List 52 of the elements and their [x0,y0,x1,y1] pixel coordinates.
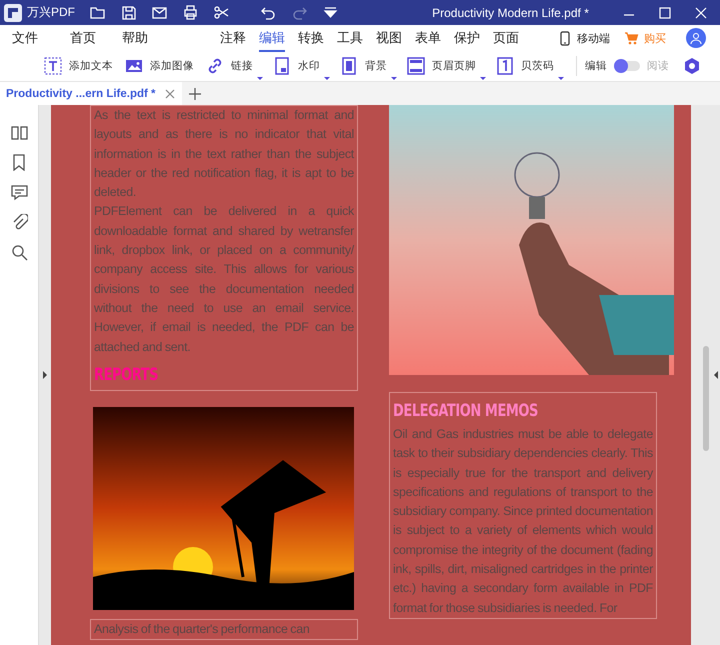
app-logo-icon [4,4,22,22]
app-name: 万兴PDF [27,4,75,21]
mobile-link[interactable]: 移动端 [558,30,610,46]
bates-number-icon [496,57,514,75]
ribbon-tab[interactable]: 表单 [415,24,441,52]
cart-icon [624,30,639,46]
hexagon-settings-icon[interactable] [683,57,701,75]
section-heading: DELEGATION MEMOS [393,400,539,423]
body-paragraph: PDFElement can be delivered in a quick downloadable format and shared by wetransfer link, dropbox link, or placed on a community/ company access site. This allows for various divisions to see the documentation needed without the need to use an email service. However, if email is needed, the PDF can be attached and sent. [94,203,354,356]
thumbnails-icon[interactable] [10,125,28,141]
ribbon-tab[interactable]: 保护 [454,24,480,52]
read-mode-label: 阅读 [647,59,669,73]
toolbar-button[interactable]: 贝茨码 [496,57,562,75]
comment-icon[interactable] [10,184,28,201]
toolbar-button[interactable]: 添加图像 [125,57,194,75]
image-icon [125,57,143,75]
menu-item[interactable]: 帮助 [122,25,148,51]
header-footer-icon [407,57,425,75]
bookmark-icon[interactable] [10,154,28,171]
ribbon-tab[interactable]: 页面 [493,24,519,52]
menu-item[interactable]: 文件 [12,25,38,51]
body-paragraph: Analysis of the quarter's performance can [94,620,311,638]
ribbon-tab[interactable]: 注释 [220,24,246,52]
text-icon [44,57,62,75]
expand-right-icon[interactable] [713,370,719,380]
window-title: Productivity Modern Life.pdf * [431,6,590,20]
ribbon-tab[interactable]: 视图 [376,24,402,52]
user-avatar-icon[interactable] [686,28,706,48]
search-icon[interactable] [10,244,28,261]
phone-icon [558,30,572,46]
mode-toggle[interactable] [614,61,640,71]
print-icon[interactable] [182,4,199,21]
toolbar-button[interactable]: 添加文本 [44,57,113,75]
section-heading: REPORTS [94,364,160,387]
expand-left-icon[interactable] [42,370,48,380]
toolbar-button[interactable]: 页眉页脚 [407,57,484,75]
body-paragraph: As the text is restricted to minimal format and layouts and as there is no indicator that vital information is in the text rather than the subject header or the red notification flag, it is apt to be deleted. [94,107,354,202]
ribbon-tab[interactable]: 转换 [298,24,324,52]
add-tab-icon[interactable] [188,86,202,100]
save-icon[interactable] [120,4,137,21]
background-icon [340,57,358,75]
edit-mode-label: 编辑 [585,59,607,73]
document-tab[interactable]: Productivity ...ern Life.pdf * [0,82,182,105]
ribbon-tab[interactable]: 工具 [337,24,363,52]
link-icon [206,57,224,75]
maximize-icon[interactable] [658,6,672,20]
watermark-icon [273,57,291,75]
body-paragraph: Oil and Gas industries must be able to delegate task to their subsidiary dependencies clearly. This is especially true for the transport and delivery specifications and regulations of transport to the subsidiary company. Since printed documentation is subject to a variety of elements which would compromise the integrity of the document (fading ink, spills, dirt, misaligned cartridges in the printer etc.) having a secondary form available in PDF format for those subsidiaries is needed. For [393,426,653,617]
toolbar-button[interactable]: 水印 [273,57,328,75]
menu-item[interactable]: 首页 [70,25,96,51]
toolbar-button[interactable]: 链接 [206,57,261,75]
toolbar-button[interactable]: 背景 [340,57,395,75]
